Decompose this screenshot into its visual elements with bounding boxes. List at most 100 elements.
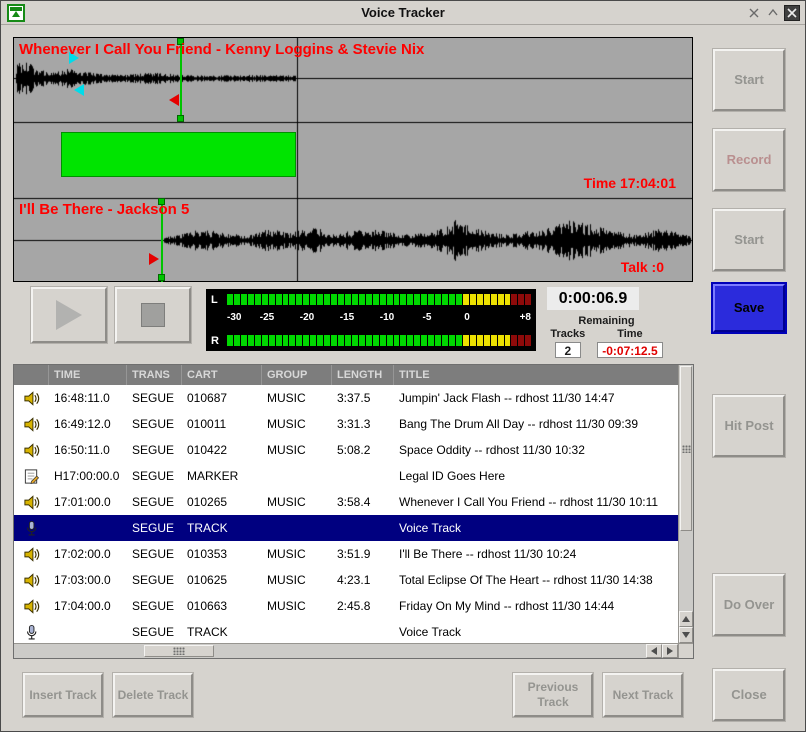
cursor-handle[interactable] — [158, 274, 165, 281]
record-button[interactable]: Record — [713, 129, 785, 191]
log-row[interactable]: 16:50:11.0SEGUE010422MUSIC5:08.2Space Od… — [14, 437, 678, 463]
cell-time: 17:03:00.0 — [49, 573, 127, 587]
header-title[interactable]: TITLE — [394, 365, 678, 385]
arrow-up-icon — [682, 616, 690, 622]
cell-title: Space Oddity -- rdhost 11/30 10:32 — [394, 443, 678, 457]
log-row[interactable]: 16:49:12.0SEGUE010011MUSIC3:31.3Bang The… — [14, 411, 678, 437]
voice-track-region — [61, 132, 296, 177]
remaining-time-label: Time — [617, 328, 642, 340]
cell-title: Voice Track — [394, 625, 678, 639]
start-track1-button[interactable]: Start — [713, 49, 785, 111]
scroll-left-button[interactable] — [646, 644, 662, 658]
scroll-down-button[interactable] — [679, 627, 693, 643]
remaining-time-value: -0:07:12.5 — [597, 342, 662, 358]
stop-icon — [141, 303, 165, 327]
log-body: 16:48:11.0SEGUE010687MUSIC3:37.5Jumpin' … — [14, 385, 678, 643]
fade-marker-icon[interactable] — [169, 94, 179, 106]
speaker-icon — [14, 442, 49, 459]
elapsed-time-display: 0:00:06.9 — [547, 287, 639, 310]
segue-marker-icon[interactable] — [74, 84, 84, 96]
scroll-right-button[interactable] — [662, 644, 678, 658]
cell-cart: 010422 — [182, 443, 262, 457]
cell-cart: MARKER — [182, 469, 262, 483]
cell-time: 16:49:12.0 — [49, 417, 127, 431]
cell-title: Total Eclipse Of The Heart -- rdhost 11/… — [394, 573, 678, 587]
header-length[interactable]: LENGTH — [332, 365, 394, 385]
start-track3-button[interactable]: Start — [713, 209, 785, 271]
voice-tracker-window: Voice Tracker Whenever I Call You Friend… — [0, 0, 806, 732]
cell-group: MUSIC — [262, 417, 332, 431]
close-window-icon[interactable] — [784, 5, 800, 21]
hscroll-thumb[interactable] — [144, 645, 214, 657]
cell-trans: SEGUE — [127, 443, 182, 457]
cell-trans: SEGUE — [127, 469, 182, 483]
vscroll-thumb[interactable] — [680, 366, 692, 531]
close-button[interactable]: Close — [713, 669, 785, 721]
window-controls — [746, 5, 800, 21]
remaining-tracks-label: Tracks — [550, 328, 585, 340]
horizontal-scrollbar[interactable] — [14, 643, 678, 658]
log-row[interactable]: 17:02:00.0SEGUE010353MUSIC3:51.9I'll Be … — [14, 541, 678, 567]
log-row[interactable]: 17:01:00.0SEGUE010265MUSIC3:58.4Whenever… — [14, 489, 678, 515]
meter-left-label: L — [211, 294, 227, 306]
speaker-icon — [14, 390, 49, 407]
header-cart[interactable]: CART — [182, 365, 262, 385]
log-row[interactable]: 17:04:00.0SEGUE010663MUSIC2:45.8Friday O… — [14, 593, 678, 619]
meter-left-segments — [227, 294, 531, 305]
mic-icon — [14, 520, 49, 537]
scroll-up-button[interactable] — [679, 611, 693, 627]
save-button[interactable]: Save — [713, 284, 785, 332]
log-row[interactable]: H17:00:00.0SEGUEMARKERLegal ID Goes Here — [14, 463, 678, 489]
stop-button[interactable] — [115, 287, 191, 343]
unpin-icon[interactable] — [746, 5, 762, 21]
cell-length: 3:51.9 — [332, 547, 394, 561]
maximize-icon[interactable] — [765, 5, 781, 21]
speaker-icon — [14, 416, 49, 433]
vertical-scrollbar[interactable] — [678, 365, 693, 643]
log-row[interactable]: 16:48:11.0SEGUE010687MUSIC3:37.5Jumpin' … — [14, 385, 678, 411]
fade-marker-icon[interactable] — [149, 253, 159, 265]
log-row[interactable]: SEGUETRACK Voice Track — [14, 619, 678, 643]
mic-icon — [14, 624, 49, 641]
log-row[interactable]: 17:03:00.0SEGUE010625MUSIC4:23.1Total Ec… — [14, 567, 678, 593]
cell-length: 3:31.3 — [332, 417, 394, 431]
cell-trans: SEGUE — [127, 599, 182, 613]
cell-group: MUSIC — [262, 547, 332, 561]
waveform-panel[interactable]: Whenever I Call You Friend - Kenny Loggi… — [13, 37, 693, 282]
hit-post-button[interactable]: Hit Post — [713, 395, 785, 457]
next-track-button[interactable]: Next Track — [603, 673, 683, 717]
log-header: TIME TRANS CART GROUP LENGTH TITLE — [14, 365, 678, 385]
cell-trans: SEGUE — [127, 625, 182, 639]
header-group[interactable]: GROUP — [262, 365, 332, 385]
cell-trans: SEGUE — [127, 521, 182, 535]
play-button[interactable] — [31, 287, 107, 343]
previous-track-button[interactable]: Previous Track — [513, 673, 593, 717]
cell-trans: SEGUE — [127, 547, 182, 561]
arrow-right-icon — [667, 647, 673, 655]
meter-right-label: R — [211, 335, 227, 347]
cell-cart: TRACK — [182, 625, 262, 639]
header-time[interactable]: TIME — [49, 365, 127, 385]
speaker-icon — [14, 494, 49, 511]
cell-length: 5:08.2 — [332, 443, 394, 457]
cursor-handle[interactable] — [177, 115, 184, 122]
arrow-left-icon — [651, 647, 657, 655]
track3-title: I'll Be There - Jackson 5 — [19, 201, 189, 218]
cell-cart: 010687 — [182, 391, 262, 405]
speaker-icon — [14, 572, 49, 589]
cell-title: Friday On My Mind -- rdhost 11/30 14:44 — [394, 599, 678, 613]
cell-time: 17:01:00.0 — [49, 495, 127, 509]
play-icon — [56, 300, 82, 330]
do-over-button[interactable]: Do Over — [713, 574, 785, 636]
delete-track-button[interactable]: Delete Track — [113, 673, 193, 717]
cell-title: I'll Be There -- rdhost 11/30 10:24 — [394, 547, 678, 561]
meter-scale: -30-25-20-15-10-50+8 — [227, 312, 531, 326]
cell-title: Whenever I Call You Friend -- rdhost 11/… — [394, 495, 678, 509]
cell-group: MUSIC — [262, 443, 332, 457]
header-trans[interactable]: TRANS — [127, 365, 182, 385]
log-row[interactable]: SEGUETRACKVoice Track — [14, 515, 678, 541]
cell-length: 3:58.4 — [332, 495, 394, 509]
cell-cart: 010011 — [182, 417, 262, 431]
track1-title: Whenever I Call You Friend - Kenny Loggi… — [19, 41, 424, 58]
insert-track-button[interactable]: Insert Track — [23, 673, 103, 717]
